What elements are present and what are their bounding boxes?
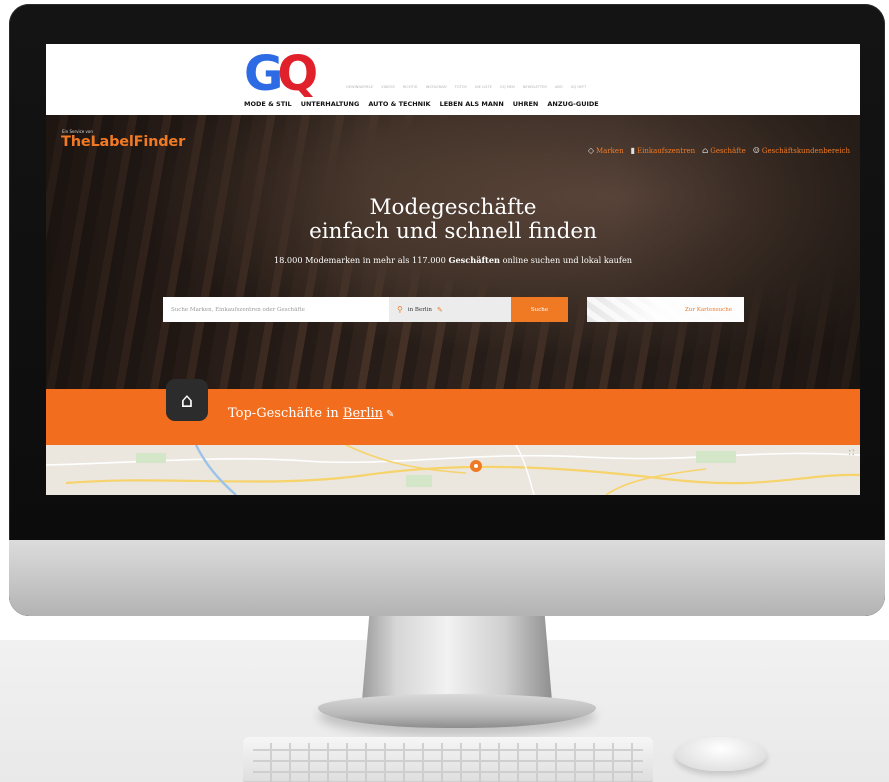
fullscreen-icon[interactable]: ⛶: [849, 449, 854, 458]
map-graphic: [46, 445, 860, 495]
pencil-icon: ✎: [436, 305, 443, 314]
secondary-nav-item[interactable]: VIDEOS: [381, 85, 395, 89]
location-selector[interactable]: ⚲ in Berlin ✎: [389, 297, 511, 322]
secondary-nav-item[interactable]: FOTOS: [455, 85, 467, 89]
secondary-nav-item[interactable]: GEWINNSPIELE: [346, 85, 373, 89]
city-selector[interactable]: Berlin: [343, 406, 383, 421]
hero-nav-item-geschaeftskundenbereich[interactable]: ☺ Geschäftskundenbereich: [753, 146, 850, 155]
main-nav-item-anzug-guide[interactable]: ANZUG-GUIDE: [547, 100, 598, 108]
hero-nav-item-marken[interactable]: ◇ Marken: [588, 146, 624, 155]
keyboard: [243, 737, 653, 782]
secondary-nav-item[interactable]: RICHTIG: [403, 85, 418, 89]
search-input[interactable]: [163, 297, 389, 322]
secondary-nav-item[interactable]: DIE LISTE: [475, 85, 492, 89]
storefront-icon: ⌂: [180, 388, 194, 412]
monitor-stand: [362, 611, 552, 701]
website-screen: GQ GEWINNSPIELE VIDEOS RICHTIG INSTAGRAM…: [46, 44, 860, 495]
main-nav-item-auto-technik[interactable]: AUTO & TECHNIK: [368, 100, 430, 108]
hero-section: Ein Service von TheLabelFinder ◇ Marken ▮…: [46, 115, 860, 389]
mouse: [675, 737, 767, 771]
building-icon: ▮: [630, 146, 635, 155]
hero-nav-item-einkaufszentren[interactable]: ▮ Einkaufszentren: [631, 146, 696, 155]
berlin-map[interactable]: ⛶: [46, 445, 860, 495]
secondary-nav-item[interactable]: ABO: [555, 85, 563, 89]
main-nav-item-uhren[interactable]: UHREN: [513, 100, 539, 108]
location-pin-icon: ⚲: [397, 305, 403, 314]
top-shops-title: Top-Geschäfte in Berlin ✎: [228, 406, 395, 421]
map-search-button[interactable]: Zur Kartensuche: [587, 297, 744, 322]
shop-badge: ⌂: [166, 379, 208, 421]
search-bar: ⚲ in Berlin ✎ Suche: [163, 297, 568, 322]
gq-main-nav: MODE & STIL UNTERHALTUNG AUTO & TECHNIK …: [244, 100, 664, 108]
main-nav-item-leben-als-mann[interactable]: LEBEN ALS MANN: [440, 100, 504, 108]
secondary-nav-item[interactable]: GQ HEFT: [571, 85, 587, 89]
pencil-icon[interactable]: ✎: [386, 409, 394, 420]
tag-icon: ◇: [587, 146, 594, 155]
hero-nav-item-geschaefte[interactable]: ⌂ Geschäfte: [702, 146, 746, 155]
search-button[interactable]: Suche: [511, 297, 568, 322]
main-nav-item-unterhaltung[interactable]: UNTERHALTUNG: [301, 100, 360, 108]
gq-logo[interactable]: GQ: [244, 50, 326, 98]
secondary-nav-item[interactable]: INSTAGRAM: [426, 85, 447, 89]
gq-secondary-nav: GEWINNSPIELE VIDEOS RICHTIG INSTAGRAM FO…: [346, 85, 676, 89]
main-nav-item-mode-stil[interactable]: MODE & STIL: [244, 100, 292, 108]
secondary-nav-item[interactable]: GQ MEN: [500, 85, 515, 89]
location-value: in Berlin: [407, 306, 432, 313]
store-icon: ⌂: [702, 146, 709, 155]
map-search-label: Zur Kartensuche: [684, 306, 732, 313]
labelfinder-logo[interactable]: TheLabelFinder: [61, 134, 185, 150]
monitor-chin: [9, 540, 885, 616]
gq-header: GQ GEWINNSPIELE VIDEOS RICHTIG INSTAGRAM…: [46, 44, 860, 115]
hero-title: Modegeschäfte einfach und schnell finden: [309, 195, 597, 244]
top-shops-band: ⌂ Top-Geschäfte in Berlin ✎: [46, 379, 860, 445]
user-icon: ☺: [752, 146, 760, 155]
hero-subtitle: 18.000 Modemarken in mehr als 117.000 Ge…: [273, 255, 633, 265]
secondary-nav-item[interactable]: NEWSLETTER: [523, 85, 547, 89]
hero-nav: ◇ Marken ▮ Einkaufszentren ⌂ Geschäfte ☺ Ges…: [588, 146, 850, 155]
